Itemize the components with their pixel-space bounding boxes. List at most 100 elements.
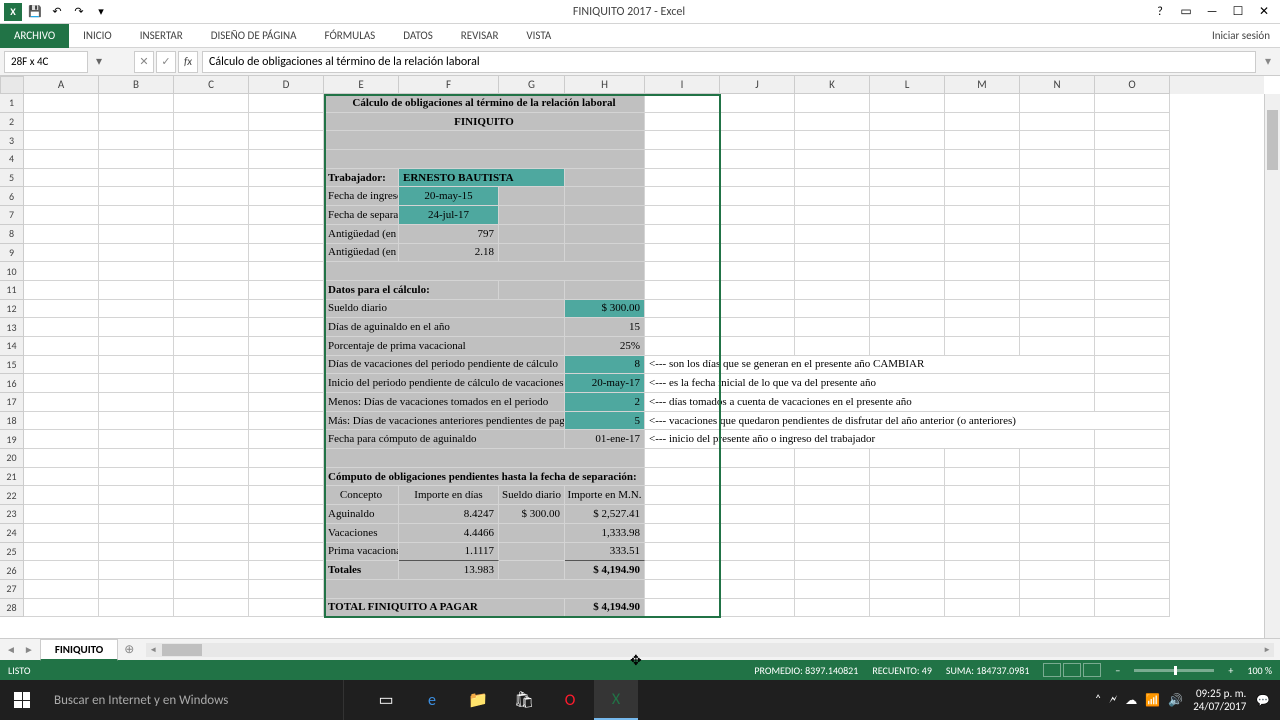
cell[interactable] [1020, 468, 1095, 487]
cell[interactable] [174, 430, 249, 449]
cell[interactable] [720, 468, 795, 487]
cell[interactable] [645, 131, 720, 150]
cell[interactable] [645, 468, 720, 487]
col-header[interactable]: F [399, 76, 499, 94]
cell[interactable] [565, 281, 645, 300]
cell[interactable] [1095, 337, 1170, 356]
cell[interactable] [1020, 561, 1095, 580]
cell[interactable] [499, 187, 565, 206]
cell[interactable] [1020, 486, 1095, 505]
cell[interactable] [99, 206, 174, 225]
cell[interactable] [645, 543, 720, 562]
cell[interactable] [1095, 244, 1170, 263]
cell[interactable] [720, 244, 795, 263]
cell[interactable]: Prima vacacional [324, 543, 399, 562]
row-header[interactable]: 4 [0, 150, 24, 169]
tab-revisar[interactable]: REVISAR [447, 24, 513, 48]
cell[interactable] [720, 262, 795, 281]
cell[interactable] [795, 150, 870, 169]
col-header[interactable]: C [174, 76, 249, 94]
cell[interactable] [249, 374, 324, 393]
cell[interactable] [945, 599, 1020, 618]
cell[interactable] [795, 225, 870, 244]
cell[interactable] [1095, 430, 1170, 449]
cell[interactable] [795, 187, 870, 206]
cell[interactable] [1020, 225, 1095, 244]
cell[interactable]: Sueldo diario [324, 300, 565, 319]
cell[interactable] [174, 94, 249, 113]
col-header[interactable]: B [99, 76, 174, 94]
qat-dropdown-icon[interactable]: ▾ [92, 3, 110, 21]
cell[interactable] [324, 131, 645, 150]
cell[interactable] [99, 244, 174, 263]
cell[interactable] [720, 300, 795, 319]
cell[interactable]: Totales [324, 561, 399, 580]
cell[interactable] [720, 94, 795, 113]
cell[interactable] [24, 374, 99, 393]
cell[interactable] [795, 561, 870, 580]
cell[interactable] [945, 187, 1020, 206]
cell[interactable] [499, 281, 565, 300]
cell[interactable] [499, 225, 565, 244]
cell[interactable] [99, 150, 174, 169]
cell[interactable] [1095, 150, 1170, 169]
cell[interactable] [1020, 262, 1095, 281]
cell[interactable] [24, 150, 99, 169]
cell[interactable] [174, 131, 249, 150]
view-normal-icon[interactable] [1043, 663, 1061, 677]
cell[interactable] [174, 169, 249, 188]
cell[interactable] [249, 599, 324, 618]
cell[interactable] [99, 449, 174, 468]
tab-formulas[interactable]: FÓRMULAS [311, 24, 390, 48]
cell[interactable] [870, 113, 945, 132]
cell[interactable] [324, 580, 645, 599]
minimize-button[interactable]: — [1200, 2, 1224, 22]
cell[interactable] [99, 505, 174, 524]
cell[interactable] [174, 244, 249, 263]
cell[interactable] [870, 262, 945, 281]
cell[interactable]: Datos para el cálculo: [324, 281, 499, 300]
cell[interactable] [645, 187, 720, 206]
cell[interactable] [720, 486, 795, 505]
col-header[interactable]: I [645, 76, 720, 94]
cell[interactable]: <--- días tomados a cuenta de vacaciones… [645, 393, 1095, 412]
start-button[interactable] [0, 680, 44, 720]
cell[interactable] [99, 337, 174, 356]
cell[interactable]: Fecha para cómputo de aguinaldo [324, 430, 565, 449]
cell[interactable] [1095, 505, 1170, 524]
cell[interactable] [870, 131, 945, 150]
taskbar-search[interactable]: Buscar en Internet y en Windows [44, 680, 344, 720]
cell[interactable] [24, 356, 99, 375]
cell[interactable] [645, 150, 720, 169]
cell[interactable] [24, 599, 99, 618]
cell[interactable] [720, 580, 795, 599]
cell[interactable] [645, 206, 720, 225]
row-header[interactable]: 3 [0, 131, 24, 150]
cell[interactable] [795, 580, 870, 599]
cell[interactable] [99, 262, 174, 281]
accept-formula-icon[interactable]: ✓ [156, 51, 176, 73]
cell[interactable] [645, 262, 720, 281]
cell[interactable] [565, 187, 645, 206]
cell[interactable] [795, 94, 870, 113]
cell[interactable] [1020, 599, 1095, 618]
cell[interactable] [870, 150, 945, 169]
cell[interactable] [1095, 262, 1170, 281]
cell[interactable] [249, 131, 324, 150]
row-header[interactable]: 23 [0, 505, 24, 524]
cell[interactable] [945, 244, 1020, 263]
cell[interactable]: 8.4247 [399, 505, 499, 524]
zoom-in-icon[interactable]: + [1228, 664, 1233, 677]
name-box[interactable]: 28F x 4C [4, 51, 88, 73]
cell[interactable] [645, 486, 720, 505]
cell[interactable] [249, 356, 324, 375]
tab-diseno[interactable]: DISEÑO DE PÁGINA [197, 24, 311, 48]
cell[interactable] [870, 505, 945, 524]
row-header[interactable]: 11 [0, 281, 24, 300]
cell[interactable] [174, 599, 249, 618]
cell[interactable] [1020, 505, 1095, 524]
cell[interactable] [795, 244, 870, 263]
cell[interactable] [1020, 94, 1095, 113]
cell[interactable] [795, 206, 870, 225]
cell[interactable]: <--- es la fecha inicial de lo que va de… [645, 374, 1095, 393]
